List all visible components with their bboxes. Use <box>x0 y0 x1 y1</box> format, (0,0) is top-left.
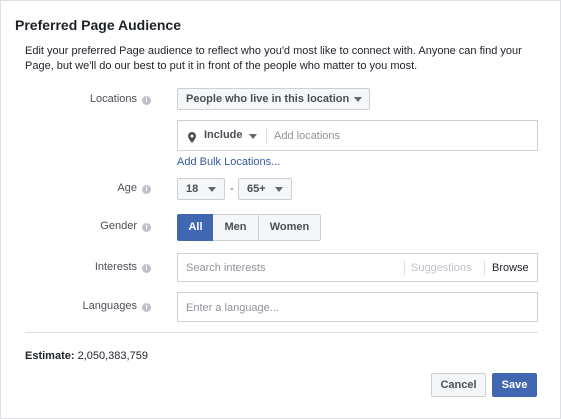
add-bulk-locations-link[interactable]: Add Bulk Locations... <box>177 156 280 168</box>
info-icon[interactable]: i <box>142 185 151 194</box>
location-input-box: Include Add locations <box>177 120 538 151</box>
age-min-dropdown[interactable]: 18 <box>177 178 225 200</box>
estimate-row: Estimate: 2,050,383,759 <box>25 350 148 362</box>
age-max-dropdown[interactable]: 65+ <box>238 178 292 200</box>
divider <box>266 128 267 144</box>
info-icon[interactable]: i <box>142 96 151 105</box>
preferred-audience-dialog: Preferred Page Audience Edit your prefer… <box>0 0 561 419</box>
chevron-down-icon <box>354 97 362 102</box>
divider <box>404 261 405 275</box>
chevron-down-icon[interactable] <box>249 134 257 139</box>
location-scope-dropdown[interactable]: People who live in this location <box>177 88 370 110</box>
interests-label-row: Interests i <box>41 261 151 273</box>
gender-men-button[interactable]: Men <box>213 214 259 241</box>
locations-label-row: Locations i <box>41 93 151 105</box>
chevron-down-icon <box>208 187 216 192</box>
location-scope-value: People who live in this location <box>186 93 350 105</box>
info-icon[interactable]: i <box>142 303 151 312</box>
age-separator: - <box>230 183 234 195</box>
age-label: Age <box>117 182 137 194</box>
interests-search-input[interactable]: Search interests <box>186 262 265 274</box>
estimate-label: Estimate: <box>25 350 75 362</box>
gender-women-button[interactable]: Women <box>258 214 321 241</box>
add-locations-input[interactable]: Add locations <box>274 130 340 142</box>
gender-label: Gender <box>100 220 137 232</box>
include-dropdown[interactable]: Include <box>204 129 243 141</box>
section-divider <box>25 332 538 333</box>
locations-label: Locations <box>89 93 137 105</box>
languages-label-row: Languages i <box>41 300 151 312</box>
chevron-down-icon <box>275 187 283 192</box>
age-min-value: 18 <box>186 183 199 195</box>
languages-input[interactable]: Enter a language... <box>186 302 279 314</box>
dialog-description: Edit your preferred Page audience to ref… <box>25 45 522 72</box>
suggestions-button[interactable]: Suggestions <box>411 262 472 274</box>
divider <box>484 261 485 275</box>
info-icon[interactable]: i <box>142 264 151 273</box>
age-max-value: 65+ <box>247 183 266 195</box>
info-icon[interactable]: i <box>142 223 151 232</box>
cancel-button[interactable]: Cancel <box>431 373 486 397</box>
dialog-title: Preferred Page Audience <box>15 17 181 33</box>
languages-input-box: Enter a language... <box>177 292 538 322</box>
gender-all-button[interactable]: All <box>177 214 214 241</box>
save-button[interactable]: Save <box>492 373 537 397</box>
browse-button[interactable]: Browse <box>492 262 529 274</box>
interests-input-box: Search interests Suggestions Browse <box>177 253 538 282</box>
map-pin-icon <box>188 130 196 143</box>
languages-label: Languages <box>82 300 137 312</box>
gender-label-row: Gender i <box>41 220 151 232</box>
age-label-row: Age i <box>41 182 151 194</box>
interests-label: Interests <box>94 261 137 273</box>
estimate-value: 2,050,383,759 <box>77 350 148 362</box>
